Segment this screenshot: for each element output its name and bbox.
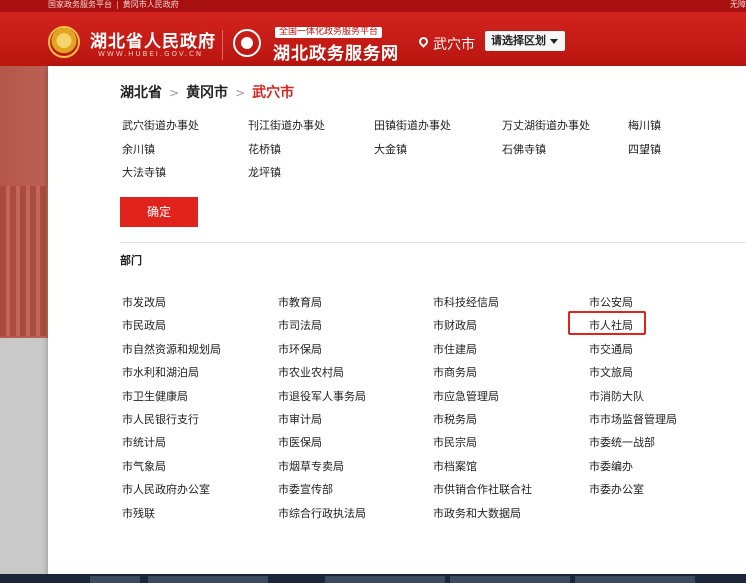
department-link[interactable]: 市医保局 [278,434,322,450]
department-link[interactable]: 市烟草专卖局 [278,458,344,474]
department-link[interactable]: 市人民政府办公室 [122,481,210,497]
confirm-button[interactable]: 确定 [120,197,198,227]
platform-tag: 全国一体化政务服务平台 [275,27,383,38]
top-links-bar: 国家政务服务平台 | 黄冈市人民政府 无障 [0,0,746,12]
site-header: 湖北省人民政府 WWW.HUBEI.GOV.CN 全国一体化政务服务平台 湖北政… [0,12,746,66]
link-national-platform[interactable]: 国家政务服务平台 [48,0,112,9]
department-link[interactable]: 市财政局 [433,317,477,333]
site-name[interactable]: 湖北省人民政府 [90,27,216,52]
breadcrumb: 湖北省 > 黄冈市 > 武穴市 [120,82,294,102]
town-item[interactable]: 武穴街道办事处 [122,117,199,133]
caret-down-icon [550,38,558,44]
town-item[interactable]: 四望镇 [628,141,661,157]
header-divider [222,30,223,60]
department-link[interactable]: 市自然资源和规划局 [122,341,221,357]
department-link[interactable]: 市住建局 [433,341,477,357]
department-link[interactable]: 市发改局 [122,294,166,310]
department-link[interactable]: 市审计局 [278,411,322,427]
department-link[interactable]: 市司法局 [278,317,322,333]
department-link[interactable]: 市人民银行支行 [122,411,199,427]
town-item[interactable]: 梅川镇 [628,117,661,133]
department-link[interactable]: 市教育局 [278,294,322,310]
department-link[interactable]: 市档案馆 [433,458,477,474]
section-divider [120,242,746,243]
department-link[interactable]: 市综合行政执法局 [278,505,366,521]
region-dropdown-panel: 湖北省 > 黄冈市 > 武穴市 武穴街道办事处 刊江街道办事处 田镇街道办事处 万丈湖街道办事… [48,66,746,574]
region-select-button[interactable]: 请选择区划 [485,31,565,51]
breadcrumb-sep-icon: > [235,86,246,100]
department-link[interactable]: 市公安局 [589,294,633,310]
department-link[interactable]: 市环保局 [278,341,322,357]
location-pin-icon [417,35,430,48]
department-link[interactable]: 市政务和大数据局 [433,505,521,521]
department-link[interactable]: 市气象局 [122,458,166,474]
current-location[interactable]: 武穴市 [433,34,475,54]
department-link[interactable]: 市卫生健康局 [122,388,188,404]
town-item[interactable]: 余川镇 [122,141,155,157]
department-link[interactable]: 市退役军人事务局 [278,388,366,404]
department-link[interactable]: 市民宗局 [433,434,477,450]
town-item[interactable]: 田镇街道办事处 [374,117,451,133]
town-item[interactable]: 万丈湖街道办事处 [502,117,590,133]
town-item[interactable]: 大法寺镇 [122,164,166,180]
link-huanggang-gov[interactable]: 黄冈市人民政府 [123,0,179,9]
os-taskbar [0,574,746,583]
department-link[interactable]: 市农业农村局 [278,364,344,380]
town-item[interactable]: 刊江街道办事处 [248,117,325,133]
department-link[interactable]: 市消防大队 [589,388,644,404]
platform-name[interactable]: 湖北政务服务网 [273,39,399,64]
breadcrumb-city[interactable]: 黄冈市 [186,85,228,101]
department-link[interactable]: 市商务局 [433,364,477,380]
department-link[interactable]: 市水利和湖泊局 [122,364,199,380]
department-link[interactable]: 市科技经信局 [433,294,499,310]
town-item[interactable]: 大金镇 [374,141,407,157]
department-link[interactable]: 市应急管理局 [433,388,499,404]
department-link[interactable]: 市市场监督管理局 [589,411,677,427]
department-link[interactable]: 市委办公室 [589,481,644,497]
department-link[interactable]: 市残联 [122,505,155,521]
town-item[interactable]: 花桥镇 [248,141,281,157]
department-link[interactable]: 市交通局 [589,341,633,357]
department-link[interactable]: 市文旅局 [589,364,633,380]
national-emblem-icon [48,26,80,58]
highlight-box [568,311,646,335]
department-link[interactable]: 市委编办 [589,458,633,474]
department-section-title: 部门 [120,254,142,267]
department-link[interactable]: 市委统一战部 [589,434,655,450]
department-link[interactable]: 市供销合作社联合社 [433,481,532,497]
department-link[interactable]: 市统计局 [122,434,166,450]
town-item[interactable]: 龙坪镇 [248,164,281,180]
department-link[interactable]: 市委宣传部 [278,481,333,497]
platform-logo-icon [233,29,261,57]
region-select-label: 请选择区划 [491,35,546,47]
breadcrumb-province[interactable]: 湖北省 [120,85,162,101]
breadcrumb-sep-icon: > [169,86,180,100]
building-image [0,186,48,336]
accessibility-link[interactable]: 无障 [730,0,746,10]
site-domain: WWW.HUBEI.GOV.CN [98,50,204,58]
department-link[interactable]: 市税务局 [433,411,477,427]
department-link[interactable]: 市民政局 [122,317,166,333]
town-item[interactable]: 石佛寺镇 [502,141,546,157]
breadcrumb-current[interactable]: 武穴市 [252,85,294,101]
